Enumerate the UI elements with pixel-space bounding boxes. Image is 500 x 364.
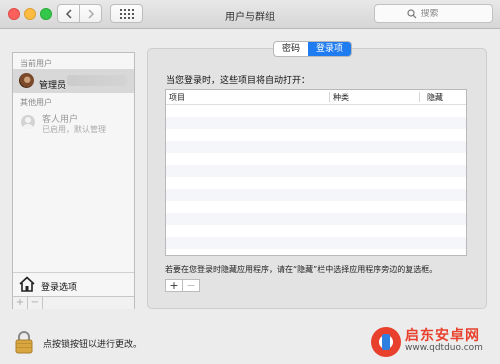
table-row (166, 177, 466, 189)
add-login-item-button[interactable]: + (166, 280, 183, 291)
avatar (19, 73, 34, 88)
table-row (166, 153, 466, 165)
table-row (166, 201, 466, 213)
search-input[interactable] (420, 8, 461, 19)
column-divider (419, 92, 420, 102)
login-options-label: 登录选项 (41, 283, 78, 293)
minimize-button[interactable] (24, 8, 36, 20)
chevron-left-icon (65, 8, 72, 19)
show-all-button[interactable] (110, 4, 143, 23)
login-items-buttons: + − (165, 279, 200, 292)
lock-icon[interactable] (14, 330, 34, 354)
table-row (166, 237, 466, 249)
search-field[interactable] (374, 4, 493, 23)
table-row (166, 225, 466, 237)
column-header-kind[interactable]: 种类 (333, 92, 349, 103)
other-users-heading: 其他用户 (20, 98, 52, 107)
remove-user-button[interactable]: − (28, 297, 43, 309)
table-row (166, 141, 466, 153)
table-row (166, 189, 466, 201)
title-bar: 用户与群组 (0, 0, 500, 29)
watermark-url: www.qdtduo.com (405, 343, 483, 354)
zoom-button[interactable] (40, 8, 52, 20)
table-row (166, 165, 466, 177)
chevron-right-icon (87, 8, 94, 19)
add-user-button[interactable]: + (13, 297, 28, 309)
table-row (166, 105, 466, 117)
login-options-item[interactable]: 登录选项 (13, 272, 134, 296)
sidebar-item-admin[interactable]: 管理员 (13, 69, 134, 93)
current-users-heading: 当前用户 (20, 59, 52, 68)
guest-avatar-icon (21, 115, 35, 129)
back-button[interactable] (57, 4, 80, 23)
lock-instruction: 点按锁按钮以进行更改。 (43, 340, 143, 350)
watermark-name: 启东安卓网 (405, 327, 480, 344)
table-row (166, 213, 466, 225)
tab-bar: 密码 登录项 (273, 41, 353, 57)
forward-button[interactable] (79, 4, 102, 23)
close-button[interactable] (8, 8, 20, 20)
user-name-label: 管理员 (39, 81, 67, 91)
watermark: 启东安卓网 www.qdtduo.com (371, 323, 495, 360)
tab-password[interactable]: 密码 (274, 42, 308, 56)
watermark-logo-icon (371, 326, 401, 357)
column-header-hide[interactable]: 隐藏 (427, 92, 443, 103)
house-icon (19, 276, 35, 292)
sidebar-button-bar: + − (13, 296, 134, 309)
column-header-item[interactable]: 项目 (169, 92, 185, 103)
users-sidebar: 当前用户 管理员 其他用户 客人用户 已启用，默认管理 登录选项 + − (12, 52, 135, 309)
guest-status-label: 已启用，默认管理 (42, 125, 106, 134)
column-divider (329, 92, 330, 102)
redacted-name (67, 75, 127, 86)
hide-hint-text: 若要在您登录时隐藏应用程序，请在“隐藏”栏中选择应用程序旁边的复选框。 (165, 265, 438, 274)
remove-login-item-button[interactable]: − (183, 280, 199, 291)
table-header: 项目 种类 隐藏 (166, 90, 466, 105)
grid-icon (119, 8, 134, 19)
search-icon (406, 8, 416, 18)
tab-login-items[interactable]: 登录项 (308, 42, 352, 56)
table-row (166, 117, 466, 129)
watermark-text: 启东安卓网 www.qdtduo.com (405, 327, 483, 354)
table-row (166, 129, 466, 141)
login-items-heading: 当您登录时，这些项目将自动打开： (166, 76, 311, 86)
login-items-table[interactable]: 项目 种类 隐藏 (165, 89, 467, 256)
